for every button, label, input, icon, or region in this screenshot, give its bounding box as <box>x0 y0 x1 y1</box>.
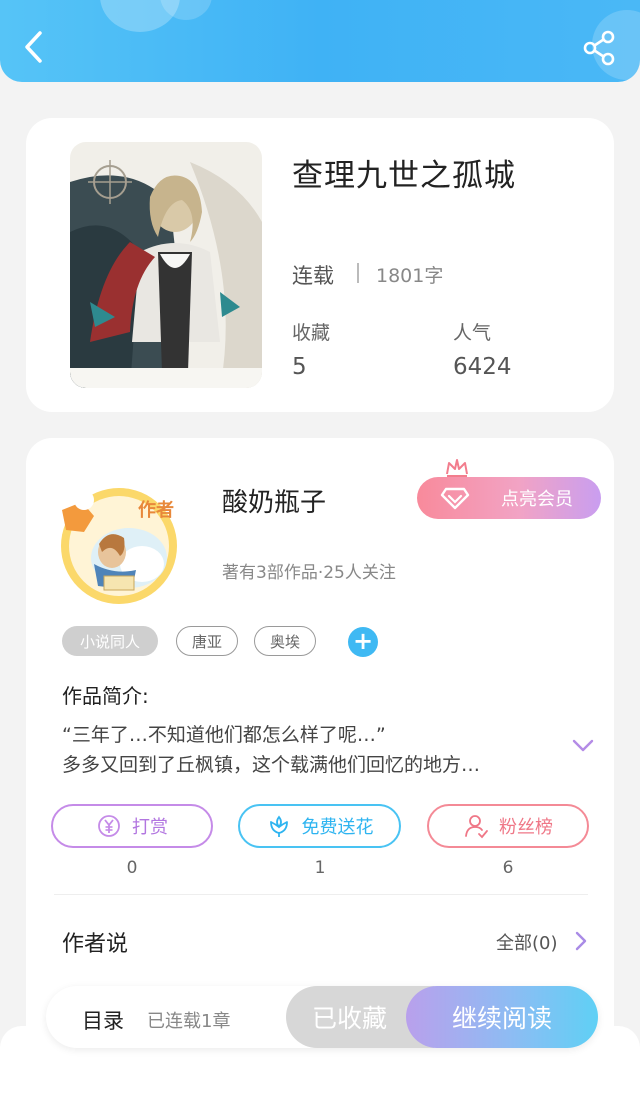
reward-label: 打赏 <box>132 817 168 838</box>
serial-status: 连载 <box>292 264 334 288</box>
diamond-icon <box>440 487 470 510</box>
author-says-title: 作者说 <box>62 932 129 957</box>
book-info-card: 查理九世之孤城 连载 1801字 收藏 5 人气 6424 <box>26 118 614 412</box>
add-tag-icon[interactable]: + <box>348 627 378 657</box>
chevron-down-icon[interactable] <box>572 738 594 754</box>
author-name[interactable]: 酸奶瓶子 <box>222 482 326 519</box>
avatar-author-badge: 作者 <box>138 499 174 521</box>
book-cover-image[interactable] <box>70 142 262 388</box>
book-title: 查理九世之孤城 <box>292 158 516 194</box>
intro-title: 作品简介: <box>62 684 149 708</box>
vip-button-label: 点亮会员 <box>501 489 573 510</box>
user-icon <box>465 815 488 839</box>
send-flower-label: 免费送花 <box>301 817 374 838</box>
word-count: 1801字 <box>376 265 444 287</box>
crown-icon <box>446 459 468 477</box>
tag-category[interactable]: 小说同人 <box>62 626 158 656</box>
flower-icon <box>269 815 288 837</box>
fan-count: 6 <box>502 858 514 878</box>
view-all-link[interactable]: 全部(0) <box>496 929 558 955</box>
collected-label: 已收藏 <box>312 1004 388 1033</box>
chevron-left-icon[interactable] <box>18 28 52 66</box>
intro-text: “三年了…不知道他们都怎么样了呢…” <box>62 724 386 746</box>
fan-ranking-button[interactable]: 粉丝榜 <box>427 804 589 848</box>
reward-button[interactable]: 打赏 <box>51 804 213 848</box>
divider <box>54 894 588 895</box>
reward-count: 0 <box>126 858 138 878</box>
chevron-right-icon[interactable] <box>574 930 588 952</box>
divider <box>357 263 359 283</box>
favorites-label: 收藏 <box>292 322 331 344</box>
author-avatar[interactable]: 作者 <box>54 480 184 606</box>
chapter-progress: 已连载1章 <box>147 1011 231 1032</box>
popularity-value: 6424 <box>453 354 512 380</box>
send-flower-button[interactable]: 免费送花 <box>238 804 401 848</box>
author-stats: 著有3部作品·25人关注 <box>222 563 396 583</box>
flower-count: 1 <box>314 858 326 878</box>
tag-character[interactable]: 奥埃 <box>254 626 316 656</box>
favorites-value: 5 <box>292 354 307 380</box>
tag-character[interactable]: 唐亚 <box>176 626 238 656</box>
continue-reading-label: 继续阅读 <box>451 1004 552 1033</box>
table-of-contents-button[interactable]: 目录 <box>82 1005 124 1035</box>
continue-reading-button[interactable]: 继续阅读 <box>406 986 598 1048</box>
fan-ranking-label: 粉丝榜 <box>499 817 553 838</box>
popularity-label: 人气 <box>453 322 492 344</box>
yen-coin-icon <box>98 815 120 837</box>
share-icon[interactable] <box>580 30 620 66</box>
top-header <box>0 0 640 82</box>
intro-text: 多多又回到了丘枫镇，这个载满他们回忆的地方… <box>62 754 481 776</box>
